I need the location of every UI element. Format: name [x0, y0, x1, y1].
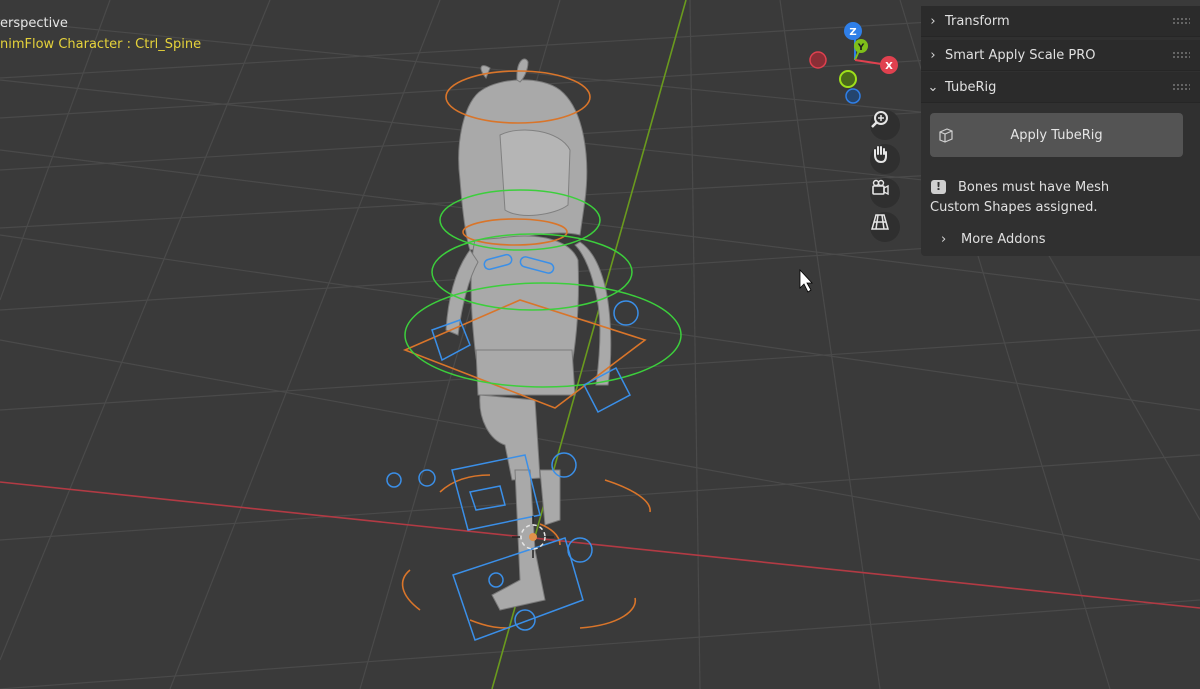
- gizmo-neg-z[interactable]: [845, 88, 861, 104]
- face-mesh: [499, 129, 571, 216]
- info-message-line2: Custom Shapes assigned.: [930, 200, 1098, 215]
- camera-view-button[interactable]: [870, 178, 900, 208]
- gizmo-x-label: X: [885, 61, 893, 72]
- info-message-line1: Bones must have Mesh: [958, 180, 1110, 195]
- drag-grip-icon[interactable]: [1172, 17, 1190, 25]
- navigation-gizmo[interactable]: Z Y X: [809, 22, 898, 104]
- gizmo-z-label: Z: [849, 27, 856, 38]
- zoom-icon: [871, 111, 888, 128]
- smart-apply-panel-header[interactable]: › Smart Apply Scale PRO: [921, 40, 1200, 71]
- cube-icon: [939, 128, 953, 143]
- drag-grip-icon[interactable]: [1172, 83, 1190, 91]
- gizmo-neg-y[interactable]: [839, 70, 857, 88]
- drag-grip-icon[interactable]: [1172, 51, 1190, 59]
- apply-tuberig-label: Apply TubeRig: [1010, 127, 1103, 143]
- camera-icon: [872, 179, 889, 196]
- sidebar-panel: › Transform › Smart Apply Scale PRO ⌄ Tu…: [921, 6, 1200, 256]
- chevron-right-icon: ›: [941, 232, 947, 247]
- more-addons-label: More Addons: [961, 232, 1046, 247]
- gizmo-neg-x[interactable]: [809, 51, 827, 69]
- transform-panel-header[interactable]: › Transform: [921, 6, 1200, 37]
- apply-tuberig-button[interactable]: Apply TubeRig: [930, 113, 1183, 157]
- active-object-label: nimFlow Character : Ctrl_Spine: [0, 37, 202, 52]
- transform-panel-title: Transform: [945, 13, 1010, 29]
- pan-button[interactable]: [870, 144, 900, 174]
- tuberig-panel-title: TubeRig: [945, 79, 997, 95]
- perspective-grid-icon: [871, 214, 889, 230]
- tuberig-panel-header[interactable]: ⌄ TubeRig: [921, 72, 1200, 103]
- view-perspective-label: erspective: [0, 16, 68, 31]
- mouse-pointer-icon: [799, 268, 813, 293]
- chevron-right-icon: ›: [930, 47, 936, 63]
- pan-hand-icon: [874, 146, 887, 164]
- chevron-down-icon: ⌄: [927, 79, 939, 95]
- gizmo-y-label: Y: [857, 43, 865, 53]
- more-addons-subpanel[interactable]: › More Addons: [941, 232, 1046, 247]
- x-axis-line: [0, 481, 1200, 609]
- chevron-right-icon: ›: [930, 13, 936, 29]
- smart-apply-panel-title: Smart Apply Scale PRO: [945, 47, 1096, 63]
- perspective-toggle-button[interactable]: [870, 212, 900, 242]
- info-icon: !: [931, 180, 946, 194]
- zoom-button[interactable]: [870, 110, 900, 140]
